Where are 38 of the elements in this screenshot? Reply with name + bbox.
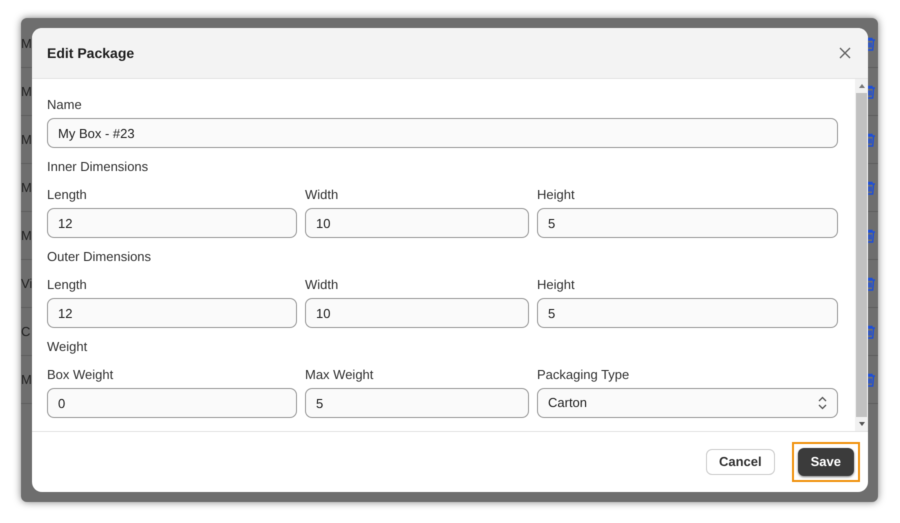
input-field[interactable]: 10 bbox=[305, 298, 529, 328]
row-text: C bbox=[21, 322, 30, 341]
field-label: Length bbox=[47, 278, 88, 292]
scrollbar[interactable] bbox=[855, 79, 868, 431]
field-label: Width bbox=[305, 188, 340, 202]
input-field[interactable]: 5 bbox=[537, 298, 838, 328]
row-text: M bbox=[21, 34, 32, 53]
input-field[interactable]: 0 bbox=[47, 388, 297, 418]
field-label: Width bbox=[305, 278, 340, 292]
input-field[interactable]: 5 bbox=[305, 388, 529, 418]
section-heading: Outer Dimensions bbox=[47, 250, 152, 264]
field-label: Height bbox=[537, 278, 576, 292]
field-label: Name bbox=[47, 98, 83, 112]
input-field[interactable]: My Box - #23 bbox=[47, 118, 838, 148]
input-field[interactable]: 5 bbox=[537, 208, 838, 238]
save-button[interactable]: Save bbox=[798, 448, 854, 476]
row-text: M bbox=[21, 82, 32, 101]
input-field[interactable]: 10 bbox=[305, 208, 529, 238]
field-label: Packaging Type bbox=[537, 368, 630, 382]
packaging-type-select[interactable]: Carton bbox=[537, 388, 838, 418]
row-text: M bbox=[21, 370, 32, 389]
field-label: Max Weight bbox=[305, 368, 374, 382]
field-label: Box Weight bbox=[47, 368, 114, 382]
field-label: Length bbox=[47, 188, 88, 202]
row-text: M bbox=[21, 226, 32, 245]
row-text: M bbox=[21, 130, 32, 149]
cancel-button[interactable]: Cancel bbox=[706, 449, 775, 475]
input-field[interactable]: 12 bbox=[47, 298, 297, 328]
chevron-updown-icon bbox=[818, 396, 827, 410]
section-heading: Inner Dimensions bbox=[47, 160, 150, 174]
input-field[interactable]: 12 bbox=[47, 208, 297, 238]
row-text: M bbox=[21, 178, 32, 197]
scrollbar-thumb[interactable] bbox=[856, 93, 867, 417]
dialog-title: Edit Package bbox=[47, 44, 134, 63]
field-label: Height bbox=[537, 188, 576, 202]
close-icon[interactable] bbox=[839, 47, 851, 59]
row-text: Vi bbox=[21, 274, 32, 293]
section-heading: Weight bbox=[47, 340, 88, 354]
